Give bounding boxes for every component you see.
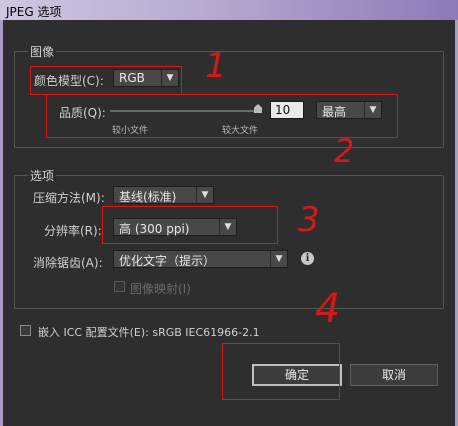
info-icon[interactable]: i <box>301 252 314 265</box>
embed-icc-label: 嵌入 ICC 配置文件(E): sRGB IEC61966-2.1 <box>38 326 260 339</box>
window-title: JPEG 选项 <box>6 5 62 19</box>
compression-label: 压缩方法(M): <box>33 191 105 205</box>
image-map-label: 图像映射(I) <box>130 282 191 296</box>
annotation-box-1 <box>30 66 182 95</box>
annotation-box-3 <box>102 206 278 244</box>
embed-icc-checkbox[interactable] <box>20 325 31 336</box>
antialias-value: 优化文字（提示） <box>119 254 216 268</box>
resolution-label: 分辨率(R): <box>44 224 102 238</box>
image-group-title: 图像 <box>28 43 57 60</box>
antialias-select[interactable]: 优化文字（提示） ▼ <box>113 250 288 268</box>
chevron-down-icon: ▼ <box>196 187 213 203</box>
chevron-down-icon: ▼ <box>270 251 287 267</box>
compression-select[interactable]: 基线(标准) ▼ <box>113 186 214 204</box>
title-bar: JPEG 选项 <box>0 0 458 20</box>
image-map-checkbox[interactable] <box>114 281 125 292</box>
annotation-number-4: 4 <box>315 286 341 332</box>
annotation-number-2: 2 <box>334 132 355 170</box>
cancel-button[interactable]: 取消 <box>350 364 438 386</box>
compression-value: 基线(标准) <box>119 190 177 204</box>
annotation-number-3: 3 <box>298 200 320 240</box>
annotation-box-4 <box>222 343 340 400</box>
options-group-title: 选项 <box>28 167 57 184</box>
annotation-number-1: 1 <box>205 46 227 86</box>
antialias-label: 消除锯齿(A): <box>33 256 103 270</box>
window-frame-left <box>0 20 3 426</box>
